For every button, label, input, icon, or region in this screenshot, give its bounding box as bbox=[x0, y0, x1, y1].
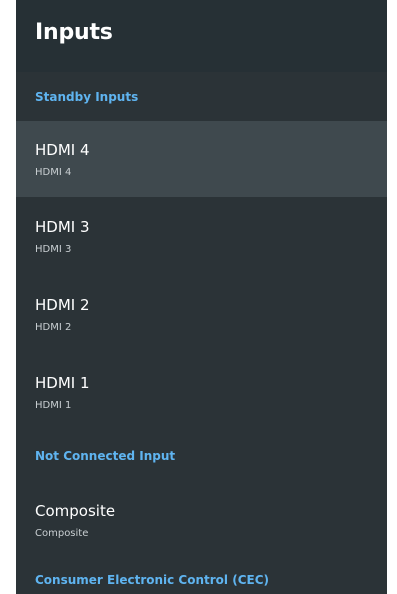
input-item-hdmi-4[interactable]: HDMI 4 HDMI 4 bbox=[16, 121, 387, 197]
input-item-title: HDMI 2 bbox=[35, 296, 90, 314]
input-item-title: HDMI 3 bbox=[35, 218, 90, 236]
page-title: Inputs bbox=[35, 20, 113, 45]
input-item-hdmi-1[interactable]: HDMI 1 HDMI 1 bbox=[16, 354, 387, 430]
panel-header: Inputs bbox=[16, 0, 387, 72]
input-item-subtitle: HDMI 3 bbox=[35, 244, 72, 255]
input-item-subtitle: HDMI 2 bbox=[35, 322, 72, 333]
input-item-hdmi-3[interactable]: HDMI 3 HDMI 3 bbox=[16, 198, 387, 274]
input-item-hdmi-2[interactable]: HDMI 2 HDMI 2 bbox=[16, 276, 387, 352]
input-item-composite[interactable]: Composite Composite bbox=[16, 482, 387, 558]
input-item-title: HDMI 1 bbox=[35, 374, 90, 392]
input-item-subtitle: Composite bbox=[35, 528, 89, 539]
input-item-subtitle: HDMI 1 bbox=[35, 400, 72, 411]
inputs-panel: Inputs Standby Inputs HDMI 4 HDMI 4 HDMI… bbox=[16, 0, 387, 594]
input-item-title: HDMI 4 bbox=[35, 141, 90, 159]
section-header-not-connected-input: Not Connected Input bbox=[35, 449, 176, 463]
input-item-subtitle: HDMI 4 bbox=[35, 167, 72, 178]
input-item-title: Composite bbox=[35, 502, 116, 520]
section-header-cec[interactable]: Consumer Electronic Control (CEC) bbox=[35, 573, 269, 587]
section-header-standby-inputs: Standby Inputs bbox=[35, 90, 139, 104]
